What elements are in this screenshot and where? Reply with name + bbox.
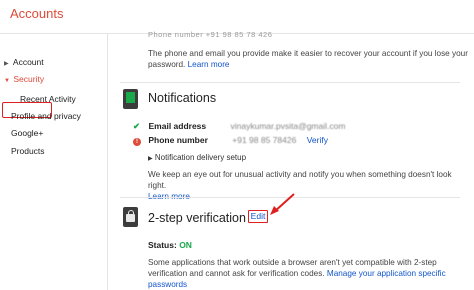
sidebar-item-label: Google+ xyxy=(11,128,44,138)
sidebar-item-security[interactable]: ▼ Security xyxy=(4,74,44,84)
two-step-info: Some applications that work outside a br… xyxy=(148,258,446,289)
notifications-title: Notifications xyxy=(148,91,217,105)
app-header: Accounts xyxy=(0,0,474,34)
two-step-title: 2-step verification xyxy=(148,211,246,225)
status-value: ON xyxy=(179,240,192,250)
section-divider xyxy=(120,82,460,83)
faded-phone-row: Phone number +91 98 85 78 426 xyxy=(148,30,273,39)
warning-icon: ! xyxy=(133,138,141,146)
status-row: Status: ON xyxy=(148,240,192,250)
sidebar: ▶ Account ▼ Security Recent Activity Pro… xyxy=(0,33,108,290)
phone-value: +91 98 85 78426 xyxy=(232,135,297,145)
main-content: Phone number +91 98 85 78 426 The phone … xyxy=(108,30,474,290)
recovery-text: The phone and email you provide make it … xyxy=(148,49,468,69)
email-value: vinaykumar.pvsita@gmail.com xyxy=(230,121,346,131)
phone-label: Phone number xyxy=(148,135,208,145)
sidebar-item-profile-privacy[interactable]: Profile and privacy xyxy=(11,111,81,121)
edit-button[interactable]: Edit xyxy=(248,210,268,223)
email-label: Email address xyxy=(148,121,207,131)
annotation-arrow-icon xyxy=(270,193,295,215)
notification-delivery-setup[interactable]: ▶ Notification delivery setup xyxy=(148,153,246,162)
sidebar-item-label: Profile and privacy xyxy=(11,111,81,121)
email-row: ✔ Email address vinaykumar.pvsita@gmail.… xyxy=(133,121,345,132)
chevron-right-icon: ▶ xyxy=(4,61,9,67)
chevron-down-icon: ▼ xyxy=(4,78,10,84)
manage-app-passwords-link-cont[interactable]: passwords xyxy=(148,280,187,289)
learn-more-link[interactable]: Learn more xyxy=(188,60,230,69)
sidebar-item-label: Account xyxy=(12,57,44,67)
sidebar-item-recent-activity[interactable]: Recent Activity xyxy=(20,94,76,104)
sidebar-item-label: Security xyxy=(13,74,45,84)
sidebar-item-account[interactable]: ▶ Account xyxy=(4,57,44,67)
sidebar-item-label: Recent Activity xyxy=(20,94,76,104)
sidebar-item-label: Products xyxy=(11,146,45,156)
sidebar-item-products[interactable]: Products xyxy=(11,146,45,156)
manage-app-passwords-link[interactable]: Manage your application specific xyxy=(327,269,446,278)
verify-link[interactable]: Verify xyxy=(307,135,328,145)
app-title: Accounts xyxy=(10,6,64,21)
phone-row: ! Phone number +91 98 85 78426 Verify xyxy=(133,135,328,146)
lock-phone-icon xyxy=(123,207,138,227)
phone-icon xyxy=(123,89,138,109)
chevron-right-icon: ▶ xyxy=(148,156,153,162)
checkmark-icon: ✔ xyxy=(133,121,141,131)
status-label: Status: xyxy=(148,240,177,250)
sidebar-item-google-plus[interactable]: Google+ xyxy=(11,128,43,138)
